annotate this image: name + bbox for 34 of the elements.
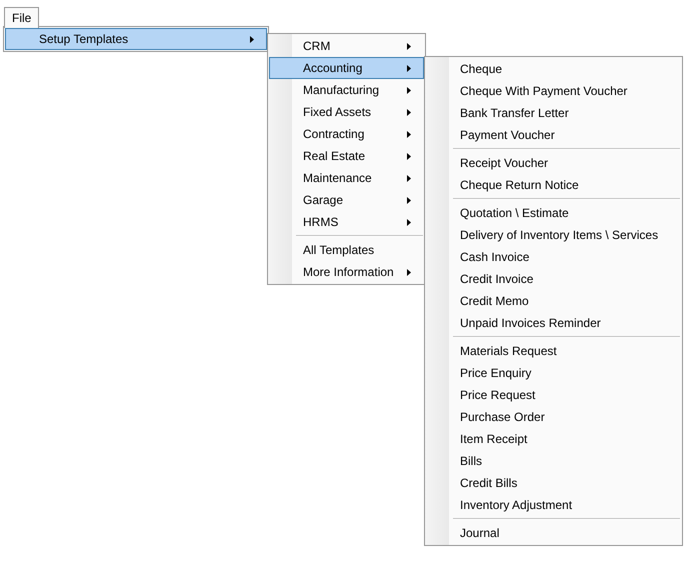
menu-item[interactable]: Bank Transfer Letter (426, 102, 681, 124)
menu-item[interactable]: All Templates (269, 239, 424, 261)
menu-item[interactable]: Cheque With Payment Voucher (426, 80, 681, 102)
menu-item[interactable]: Unpaid Invoices Reminder (426, 312, 681, 334)
menu-bar-item[interactable]: File (4, 7, 40, 28)
menu-item[interactable]: Cash Invoice (426, 246, 681, 268)
menu-item[interactable]: More Information (269, 261, 424, 283)
menu-item[interactable]: Receipt Voucher (426, 152, 681, 174)
menu-item[interactable]: Credit Bills (426, 472, 681, 494)
menu-item[interactable]: Credit Memo (426, 290, 681, 312)
menu-item[interactable]: Accounting (269, 57, 424, 79)
menu-item[interactable]: Garage (269, 189, 424, 211)
menu-item[interactable]: Journal (426, 522, 681, 544)
menu-item[interactable]: Materials Request (426, 340, 681, 362)
menu-item[interactable]: Delivery of Inventory Items \ Services (426, 224, 681, 246)
menu-item[interactable]: Cheque (426, 58, 681, 80)
menu-item[interactable]: Price Request (426, 384, 681, 406)
menu-item[interactable]: CRM (269, 35, 424, 57)
menu-item[interactable]: Quotation \ Estimate (426, 202, 681, 224)
menu-item[interactable]: Credit Invoice (426, 268, 681, 290)
menu-item[interactable]: Setup Templates (5, 28, 267, 50)
menu-item[interactable]: Payment Voucher (426, 124, 681, 146)
menu-item[interactable]: Item Receipt (426, 428, 681, 450)
menu-item[interactable]: Cheque Return Notice (426, 174, 681, 196)
menu-item[interactable]: Inventory Adjustment (426, 494, 681, 516)
menu-item[interactable]: Bills (426, 450, 681, 472)
menu-item[interactable]: Fixed Assets (269, 101, 424, 123)
menu-item[interactable]: Contracting (269, 123, 424, 145)
menu-item[interactable]: Price Enquiry (426, 362, 681, 384)
menu-item[interactable]: Manufacturing (269, 79, 424, 101)
menu-item[interactable]: HRMS (269, 211, 424, 233)
menu-item[interactable]: Real Estate (269, 145, 424, 167)
menu-item[interactable]: Maintenance (269, 167, 424, 189)
menu-item[interactable]: Purchase Order (426, 406, 681, 428)
